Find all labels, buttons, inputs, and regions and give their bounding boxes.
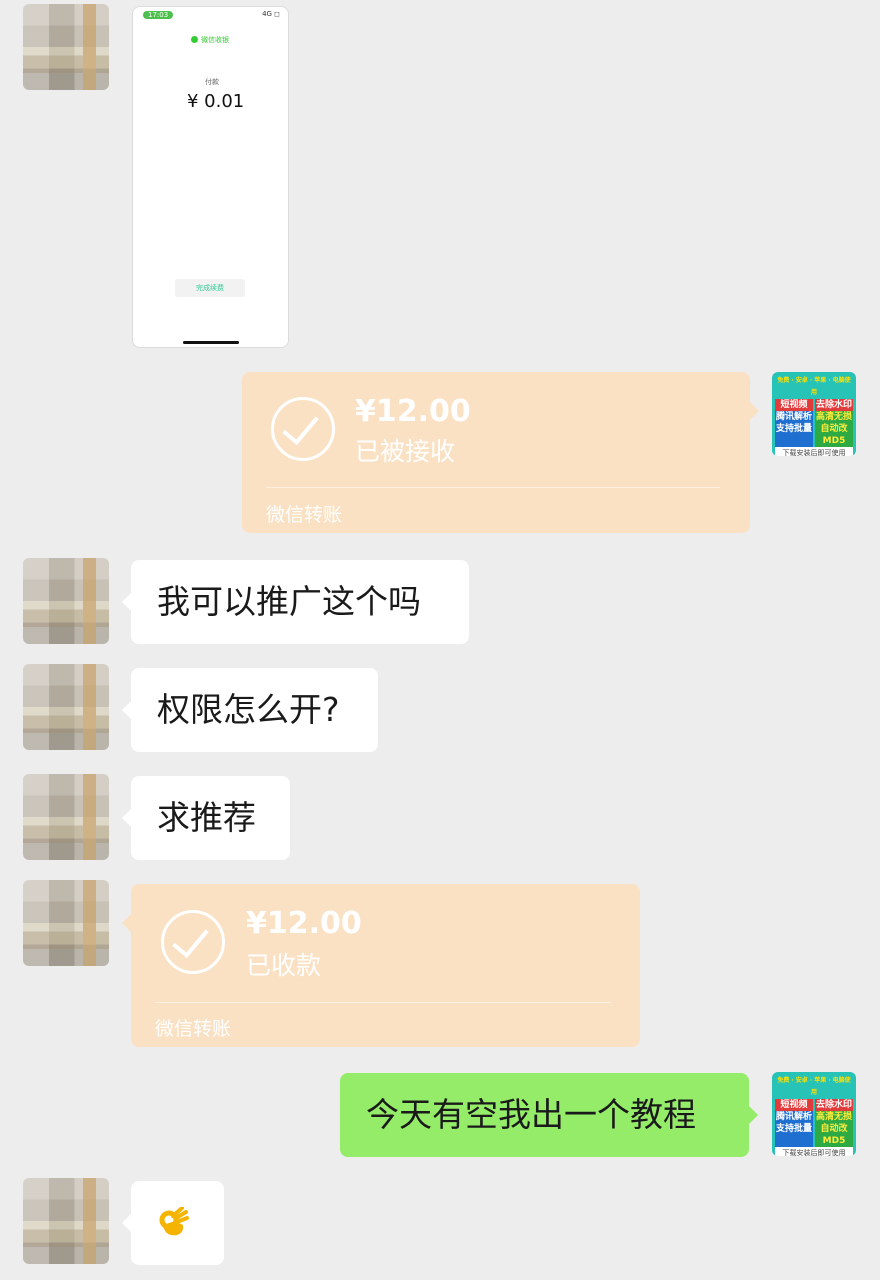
message-bubble[interactable]: 我可以推广这个吗 [122, 560, 469, 644]
transfer-sent-card[interactable]: ¥12.00 已被接收 微信转账 [242, 372, 759, 533]
contact-avatar[interactable] [23, 558, 109, 644]
message-text: 我可以推广这个吗 [157, 582, 421, 621]
avatar-text: 去除水印 [815, 399, 853, 411]
transfer-status: 已收款 [246, 951, 322, 980]
screenshot-label: 付款 [205, 78, 219, 86]
bubble-tail [122, 914, 131, 932]
message-bubble[interactable]: 今天有空我出一个教程 [340, 1073, 758, 1157]
message-text: 今天有空我出一个教程 [366, 1095, 696, 1134]
screenshot-status: 4G ◻ [262, 10, 280, 18]
message-bubble[interactable]: 求推荐 [122, 776, 290, 860]
my-avatar[interactable]: 免费 · 安卓 · 苹果 · 电脑使用 短视频 去除水印 腾讯解析 高清无损 支持批… [772, 372, 856, 456]
screenshot-button: 完成续费 [175, 279, 245, 297]
message-bubble[interactable] [122, 1181, 224, 1265]
transfer-received-card[interactable]: ¥12.00 已收款 微信转账 [122, 884, 640, 1047]
home-indicator [183, 341, 239, 344]
avatar-text: 免费 · 安卓 · 苹果 · 电脑使用 [777, 1077, 851, 1096]
avatar-text: 去除水印 [815, 1099, 853, 1111]
transfer-amount: ¥12.00 [246, 906, 362, 941]
avatar-text: 短视频 [775, 1099, 813, 1111]
contact-avatar[interactable] [23, 1178, 109, 1264]
avatar-text: 短视频 [775, 399, 813, 411]
transfer-footer: 微信转账 [266, 504, 343, 526]
screenshot-time: 17:03 [143, 11, 174, 19]
message-text: 求推荐 [157, 798, 256, 837]
avatar-text: 免费 · 安卓 · 苹果 · 电脑使用 [777, 377, 851, 396]
contact-avatar[interactable] [23, 664, 109, 750]
avatar-text: 支持批量 [775, 1123, 813, 1147]
contact-avatar[interactable] [23, 880, 109, 966]
avatar-text: 下载安装后即可使用 [775, 447, 853, 456]
message-bubble[interactable]: 权限怎么开? [122, 668, 378, 752]
my-avatar[interactable]: 免费 · 安卓 · 苹果 · 电脑使用 短视频 去除水印 腾讯解析 高清无损 支持批… [772, 1072, 856, 1156]
avatar-text: 腾讯解析 [775, 1111, 813, 1123]
transfer-status: 已被接收 [355, 437, 456, 466]
message-text: 权限怎么开? [157, 690, 340, 729]
avatar-text: 自动改MD5 [815, 1123, 853, 1147]
transfer-amount: ¥12.00 [355, 394, 471, 429]
avatar-text: 腾讯解析 [775, 411, 813, 423]
avatar-text: 高清无损 [815, 411, 853, 423]
avatar-text: 下载安装后即可使用 [775, 1147, 853, 1156]
check-circle-icon [161, 910, 225, 974]
bubble-tail [750, 402, 759, 420]
divider [155, 1002, 611, 1003]
transfer-footer: 微信转账 [155, 1018, 232, 1040]
ok-hand-emoji-icon [159, 1207, 189, 1236]
check-circle-icon [271, 397, 335, 461]
avatar-text: 高清无损 [815, 1111, 853, 1123]
contact-avatar[interactable] [23, 774, 109, 860]
screenshot-title: 微信收银 [191, 35, 229, 45]
payment-screenshot-image[interactable]: 17:03 4G ◻ 微信收银 付款 ¥ 0.01 完成续费 [132, 6, 289, 348]
avatar-text: 自动改MD5 [815, 423, 853, 447]
divider [266, 487, 720, 488]
avatar-text: 支持批量 [775, 423, 813, 447]
screenshot-amount: ¥ 0.01 [187, 91, 245, 112]
contact-avatar[interactable] [23, 4, 109, 90]
